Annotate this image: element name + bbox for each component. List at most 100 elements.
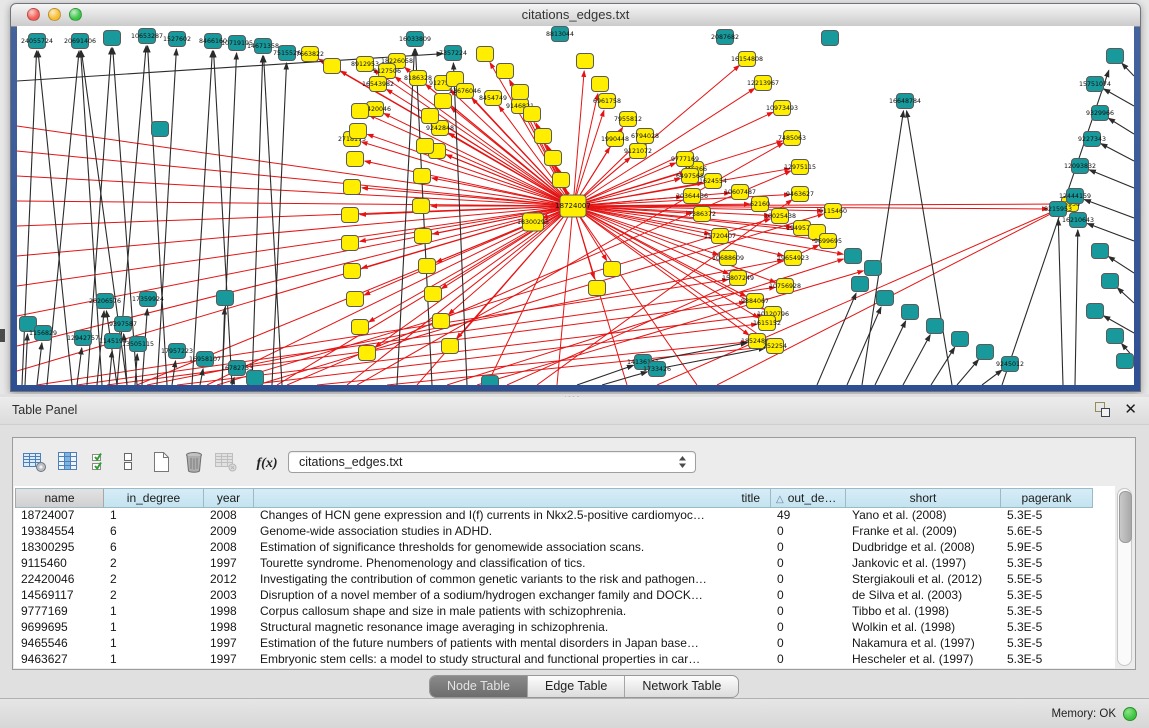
table-row[interactable]: 1872400712008Changes of HCN gene express… xyxy=(15,508,1115,524)
graph-node[interactable] xyxy=(347,292,364,307)
table-scrollbar-thumb[interactable] xyxy=(1119,491,1132,543)
graph-node[interactable] xyxy=(1087,304,1104,319)
graph-node[interactable] xyxy=(977,345,994,360)
graph-node[interactable] xyxy=(877,291,894,306)
graph-node[interactable] xyxy=(342,208,359,223)
graph-node[interactable] xyxy=(359,346,376,361)
graph-edge[interactable] xyxy=(217,219,770,385)
graph-edge[interactable] xyxy=(347,206,573,385)
graph-node[interactable] xyxy=(535,129,552,144)
graph-node[interactable] xyxy=(902,305,919,320)
column-header-title[interactable]: title xyxy=(254,488,771,508)
graph-node[interactable] xyxy=(152,122,169,137)
graph-nodes[interactable]: 1872400718300295891295318226058912750681… xyxy=(20,27,1134,386)
graph-edge[interactable] xyxy=(573,163,676,206)
graph-edge[interactable] xyxy=(557,206,573,385)
graph-edge[interactable] xyxy=(17,206,573,286)
graph-edge[interactable] xyxy=(1101,144,1134,161)
graph-node[interactable] xyxy=(604,262,621,277)
delete-table-button[interactable] xyxy=(180,450,208,476)
graph-edge[interactable] xyxy=(1084,199,1134,218)
graph-node[interactable] xyxy=(415,229,432,244)
column-header-out_degree[interactable]: △out_de… xyxy=(771,488,846,508)
close-window-button[interactable] xyxy=(27,8,40,21)
graph-node[interactable] xyxy=(247,371,264,386)
column-header-short[interactable]: short xyxy=(846,488,1001,508)
graph-node[interactable] xyxy=(927,319,944,334)
graph-edge[interactable] xyxy=(25,334,28,385)
graph-node[interactable] xyxy=(350,124,367,139)
window-titlebar[interactable]: citations_edges.txt xyxy=(11,4,1140,27)
graph-node[interactable] xyxy=(512,85,529,100)
zoom-window-button[interactable] xyxy=(69,8,82,21)
close-panel-icon[interactable]: ✕ xyxy=(1124,402,1137,417)
graph-node[interactable] xyxy=(413,199,430,214)
table-row[interactable]: 946362711997Embryonic stem cells: a mode… xyxy=(15,652,1115,668)
graph-node[interactable] xyxy=(482,376,499,386)
graph-edge[interactable] xyxy=(222,308,225,385)
table-row[interactable]: 946554611997Estimation of the future num… xyxy=(15,636,1115,652)
graph-node[interactable] xyxy=(417,139,434,154)
graph-node[interactable] xyxy=(422,109,439,124)
minimize-window-button[interactable] xyxy=(48,8,61,21)
graph-node[interactable] xyxy=(352,320,369,335)
graph-node[interactable] xyxy=(952,332,969,347)
graph-edge[interactable] xyxy=(1058,219,1063,385)
new-table-button[interactable] xyxy=(147,450,175,476)
table-settings-button[interactable] xyxy=(21,450,49,476)
select-columns-button[interactable] xyxy=(88,450,116,476)
graph-node[interactable] xyxy=(442,339,459,354)
graph-node[interactable] xyxy=(104,31,121,46)
graph-node[interactable] xyxy=(822,31,839,46)
graph-node[interactable] xyxy=(577,54,594,69)
graph-node[interactable] xyxy=(553,173,570,188)
graph-edge[interactable] xyxy=(982,370,1002,385)
tab-node-table[interactable]: Node Table xyxy=(430,676,527,697)
graph-edge[interactable] xyxy=(148,46,167,385)
table-select-dropdown[interactable]: citations_edges.txt xyxy=(288,451,696,473)
graph-node[interactable] xyxy=(1107,49,1124,64)
table-row[interactable]: 1830029562008Estimation of significance … xyxy=(15,540,1115,556)
float-panel-icon[interactable] xyxy=(1095,402,1110,417)
graph-edge[interactable] xyxy=(577,365,634,385)
graph-edge[interactable] xyxy=(875,321,906,385)
column-header-name[interactable]: name xyxy=(15,488,104,508)
table-row[interactable]: 969969511998Structural magnetic resonanc… xyxy=(15,620,1115,636)
graph-edge[interactable] xyxy=(1075,230,1078,385)
graph-edge[interactable] xyxy=(1104,89,1134,106)
graph-node[interactable] xyxy=(347,152,364,167)
table-row[interactable]: 1938455462009Genome-wide association stu… xyxy=(15,524,1115,540)
graph-node[interactable] xyxy=(435,94,452,109)
graph-node[interactable] xyxy=(545,151,562,166)
graph-node[interactable] xyxy=(1102,274,1119,289)
graph-node[interactable] xyxy=(477,47,494,62)
graph-node[interactable] xyxy=(589,281,606,296)
network-view-canvas[interactable]: 1872400718300295891295318226058912750681… xyxy=(17,26,1134,385)
table-scrollbar[interactable] xyxy=(1117,488,1132,666)
row-height-button[interactable] xyxy=(119,450,137,476)
table-row[interactable]: 2242004622012Investigating the contribut… xyxy=(15,572,1115,588)
graph-node[interactable] xyxy=(1107,329,1124,344)
graph-edge[interactable] xyxy=(1109,118,1134,134)
graph-node[interactable] xyxy=(352,104,369,119)
graph-edge[interactable] xyxy=(207,206,573,385)
graph-edge[interactable] xyxy=(192,51,212,385)
graph-edge[interactable] xyxy=(573,71,584,206)
graph-edge[interactable] xyxy=(862,111,904,385)
graph-node[interactable] xyxy=(425,287,442,302)
graph-node[interactable] xyxy=(592,77,609,92)
graph-edge[interactable] xyxy=(17,206,573,346)
graph-edge[interactable] xyxy=(1087,224,1134,241)
graph-node[interactable] xyxy=(1092,244,1109,259)
graph-node[interactable] xyxy=(324,59,341,74)
function-builder-button[interactable]: f(x) xyxy=(250,450,284,476)
graph-edge[interactable] xyxy=(1122,63,1134,76)
graph-edge[interactable] xyxy=(1089,170,1134,188)
column-header-in_degree[interactable]: in_degree xyxy=(104,488,204,508)
graph-edge[interactable] xyxy=(573,111,604,206)
table-row[interactable]: 911546021997Tourette syndrome. Phenomeno… xyxy=(15,556,1115,572)
graph-node[interactable] xyxy=(497,64,514,79)
tab-edge-table[interactable]: Edge Table xyxy=(527,676,624,697)
graph-node[interactable] xyxy=(342,236,359,251)
graph-node[interactable] xyxy=(865,261,882,276)
